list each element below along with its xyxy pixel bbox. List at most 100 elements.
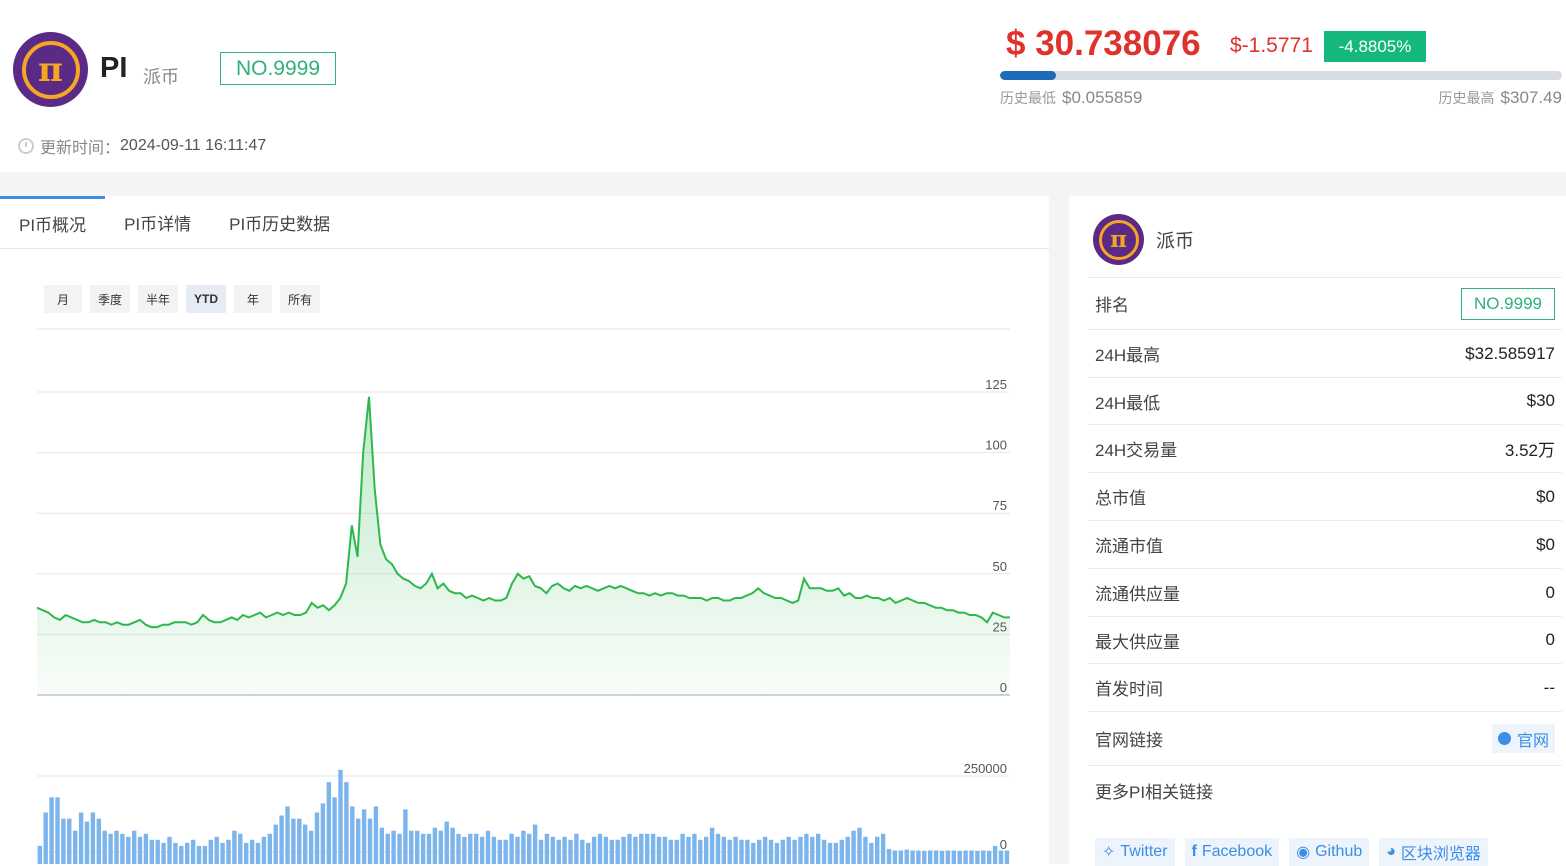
coin-name: 派币 bbox=[143, 63, 179, 89]
detail-label: 总市值 bbox=[1095, 484, 1146, 509]
volume-bar bbox=[669, 840, 673, 864]
website-link-label: 官网 bbox=[1517, 727, 1549, 751]
volume-bar bbox=[368, 819, 372, 864]
rank-badge: NO.9999 bbox=[220, 52, 336, 85]
volume-bar bbox=[291, 819, 295, 864]
tab-history[interactable]: PI币历史数据 bbox=[210, 196, 349, 248]
twitter-link[interactable]: ✧Twitter bbox=[1095, 838, 1175, 866]
volume-bar bbox=[209, 840, 213, 864]
detail-value: $0 bbox=[1536, 487, 1555, 507]
volume-bar bbox=[551, 837, 555, 864]
volume-bar bbox=[144, 834, 148, 864]
volume-bar bbox=[173, 843, 177, 864]
volume-bar bbox=[409, 831, 413, 864]
volume-bar bbox=[108, 834, 112, 864]
volume-bar bbox=[987, 851, 991, 864]
explorer-link-label: 区块浏览器 bbox=[1401, 840, 1481, 864]
volume-bar bbox=[975, 851, 979, 864]
facebook-link[interactable]: fFacebook bbox=[1185, 838, 1280, 866]
volume-bar bbox=[268, 834, 272, 864]
volume-bar bbox=[698, 840, 702, 864]
volume-bar bbox=[969, 851, 973, 865]
facebook-icon: f bbox=[1192, 843, 1197, 861]
range-month-button[interactable]: 月 bbox=[44, 285, 82, 313]
volume-bar bbox=[238, 834, 242, 864]
volume-bar bbox=[445, 822, 449, 864]
volume-bar bbox=[657, 837, 661, 864]
volume-bar bbox=[686, 837, 690, 864]
volume-bar bbox=[946, 851, 950, 865]
github-link[interactable]: ◉Github bbox=[1289, 838, 1369, 866]
volume-bar bbox=[156, 840, 160, 864]
volume-bar bbox=[722, 837, 726, 864]
volume-bar bbox=[798, 837, 802, 864]
volume-bar bbox=[126, 837, 130, 864]
volume-bar bbox=[787, 837, 791, 864]
volume-bar bbox=[397, 834, 401, 864]
detail-value: $30 bbox=[1527, 391, 1555, 411]
volume-bar bbox=[297, 819, 301, 864]
volume-bar bbox=[910, 851, 914, 865]
volume-bar bbox=[61, 819, 65, 864]
explorer-link[interactable]: ◕ 区块浏览器 bbox=[1379, 838, 1488, 866]
detail-label: 排名 bbox=[1095, 291, 1129, 316]
range-all-button[interactable]: 所有 bbox=[280, 285, 320, 313]
twitter-link-label: Twitter bbox=[1120, 843, 1167, 861]
tab-details[interactable]: PI币详情 bbox=[105, 196, 210, 248]
volume-bar bbox=[934, 851, 938, 865]
range-quarter-button[interactable]: 季度 bbox=[90, 285, 130, 313]
price-tick-label: 50 bbox=[993, 559, 1007, 574]
volume-bar bbox=[663, 837, 667, 864]
volume-bar bbox=[580, 840, 584, 864]
volume-bar bbox=[716, 834, 720, 864]
tab-overview[interactable]: PI币概况 bbox=[0, 196, 105, 248]
volume-bar bbox=[710, 828, 714, 864]
detail-row-circulating-supply: 流通供应量0 bbox=[1088, 568, 1562, 616]
volume-bar bbox=[763, 837, 767, 864]
volume-bar bbox=[350, 806, 354, 864]
volume-bar bbox=[940, 851, 944, 864]
range-ytd-button[interactable]: YTD bbox=[186, 285, 226, 313]
volume-bar bbox=[769, 840, 773, 864]
volume-bar bbox=[321, 803, 325, 864]
volume-bar bbox=[114, 831, 118, 864]
volume-bar bbox=[179, 846, 183, 864]
price-chart[interactable]: 02550751001250250000 bbox=[0, 316, 1049, 864]
volume-bar bbox=[421, 834, 425, 864]
volume-bar bbox=[439, 831, 443, 864]
volume-bar bbox=[893, 851, 897, 865]
history-high-value: $307.49 bbox=[1501, 88, 1562, 107]
volume-bar bbox=[621, 837, 625, 864]
volume-bar bbox=[215, 837, 219, 864]
volume-bar bbox=[527, 834, 531, 864]
volume-bar bbox=[828, 843, 832, 864]
volume-bar bbox=[150, 840, 154, 864]
volume-bar bbox=[515, 837, 519, 864]
volume-bar bbox=[692, 834, 696, 864]
detail-label: 最大供应量 bbox=[1095, 628, 1180, 653]
github-icon: ◉ bbox=[1296, 842, 1310, 862]
volume-bar bbox=[610, 840, 614, 864]
detail-row-24h-volume: 24H交易量3.52万 bbox=[1088, 424, 1562, 472]
detail-value: $32.585917 bbox=[1465, 344, 1555, 364]
range-halfyear-button[interactable]: 半年 bbox=[138, 285, 178, 313]
related-links: ✧Twitter fFacebook ◉Github ◕ 区块浏览器 bbox=[1095, 838, 1498, 866]
volume-bar bbox=[38, 846, 42, 864]
website-link[interactable]: 官网 bbox=[1492, 724, 1555, 753]
explorer-icon: ◕ bbox=[1386, 843, 1396, 861]
update-label: 更新时间： bbox=[40, 134, 120, 158]
volume-bar bbox=[792, 840, 796, 864]
volume-bar bbox=[922, 851, 926, 864]
volume-bar bbox=[374, 806, 378, 864]
volume-bar bbox=[804, 834, 808, 864]
range-year-button[interactable]: 年 bbox=[234, 285, 272, 313]
volume-bar bbox=[846, 837, 850, 864]
volume-bar bbox=[450, 828, 454, 864]
volume-bar bbox=[627, 834, 631, 864]
volume-bar bbox=[1005, 851, 1009, 865]
volume-bar bbox=[197, 846, 201, 864]
volume-bar bbox=[598, 834, 602, 864]
overview-panel: PI币概况 PI币详情 PI币历史数据 月 季度 半年 YTD 年 所有 025… bbox=[0, 196, 1049, 864]
volume-bar bbox=[869, 843, 873, 864]
volume-bar bbox=[132, 831, 136, 864]
